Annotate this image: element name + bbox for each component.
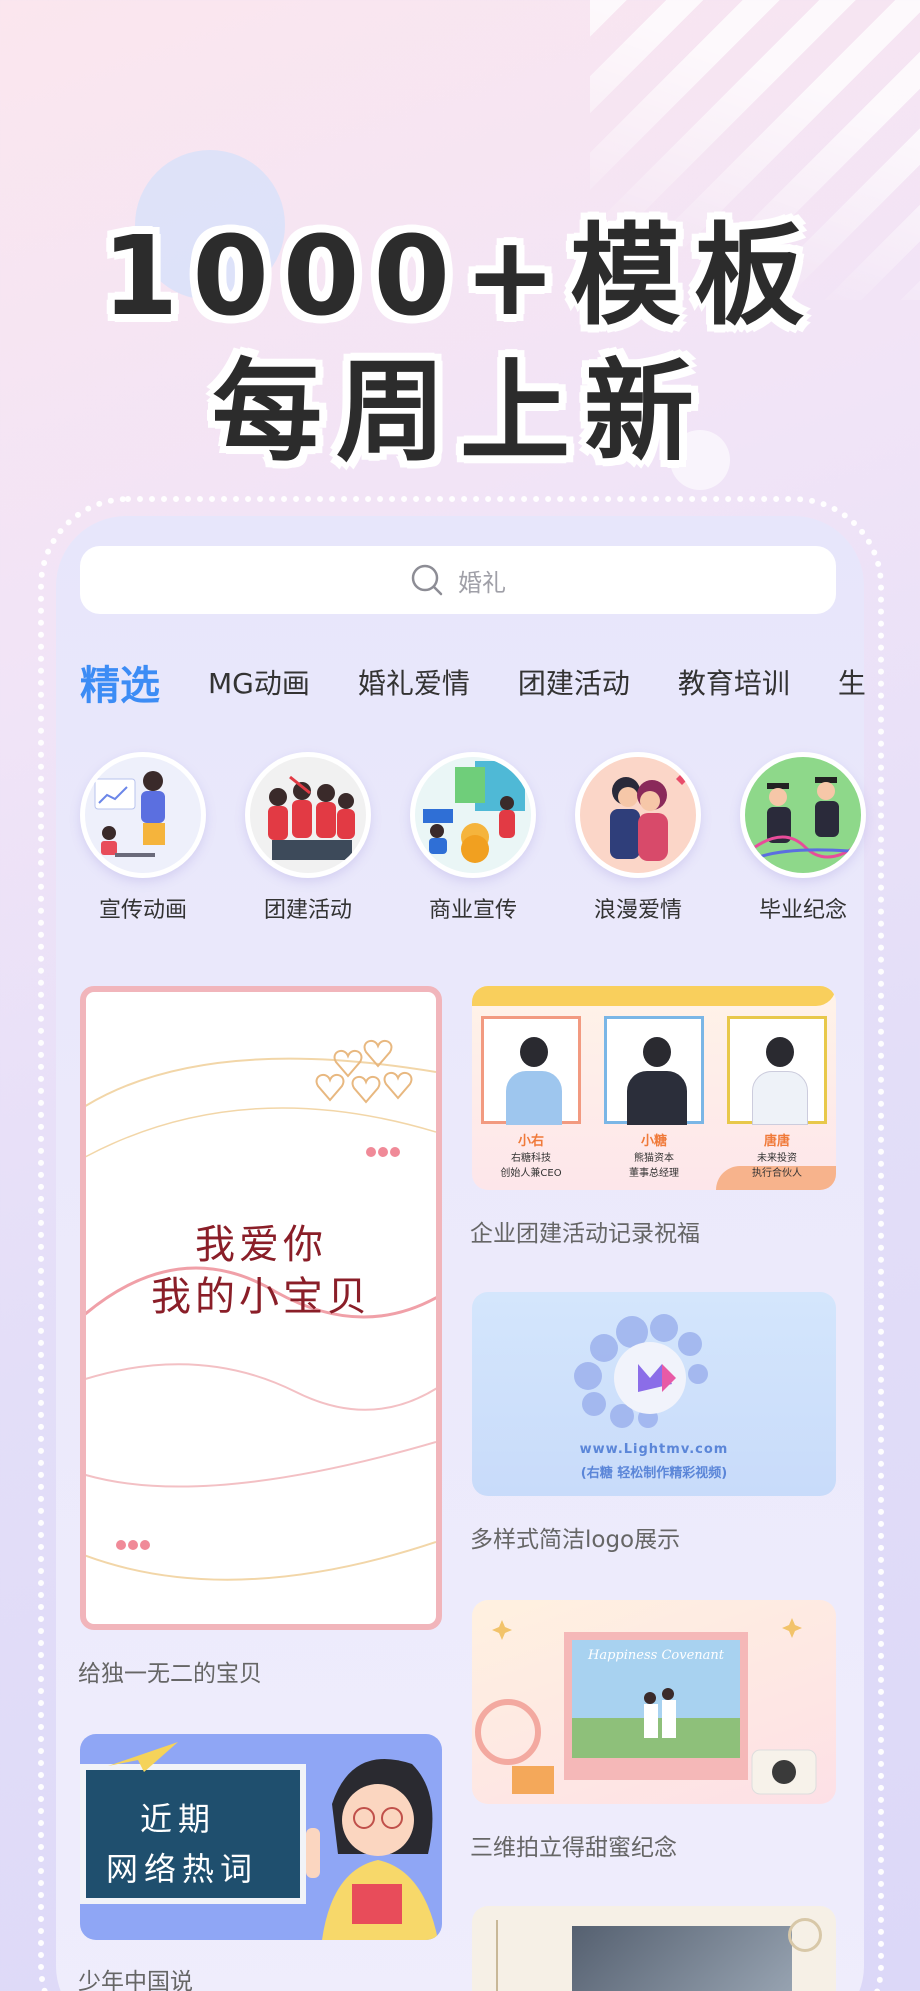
teacher-illustration — [306, 1759, 438, 1940]
tab-team-building[interactable]: 团建活动 — [518, 662, 630, 702]
category-business-promo[interactable]: 商业宣传 — [408, 752, 538, 924]
search-bar[interactable]: 婚礼 — [80, 546, 836, 614]
template-card-buzzwords[interactable]: 近期 网络热词 — [80, 1734, 442, 1940]
member-photo — [604, 1016, 704, 1125]
search-icon — [411, 564, 443, 596]
tab-more[interactable]: 生 — [838, 662, 866, 702]
tab-education[interactable]: 教育培训 — [678, 662, 790, 702]
tab-mg-animation[interactable]: MG动画 — [208, 662, 310, 702]
love-card-line-1: 我爱你 — [195, 1222, 327, 1268]
logo-card-url: www.Lightmv.com — [579, 1442, 729, 1457]
template-card-polaroid[interactable]: Happiness Covenant — [472, 1600, 836, 1804]
buzzwords-card-caption: 少年中国说 — [78, 1969, 193, 1991]
love-card-caption: 给独一无二的宝贝 — [78, 1661, 262, 1687]
tab-featured[interactable]: 精选 — [80, 653, 160, 711]
member-title: 董事总经理 — [629, 1168, 679, 1179]
member-name: 小糖 — [640, 1134, 667, 1149]
team-card-caption: 企业团建活动记录祝福 — [470, 1221, 700, 1247]
paper-plane-icon — [108, 1742, 178, 1772]
member-title: 未来投资 — [757, 1153, 797, 1164]
category-label: 毕业纪念 — [758, 898, 847, 923]
tab-wedding-love[interactable]: 婚礼爱情 — [358, 662, 470, 702]
template-card-logo[interactable]: www.Lightmv.com (右糖 轻松制作精彩视频) — [472, 1292, 836, 1496]
category-romantic-love[interactable]: 浪漫爱情 — [573, 752, 703, 924]
love-card-line-2: 我的小宝贝 — [151, 1274, 371, 1320]
category-label: 团建活动 — [263, 898, 352, 923]
logo-card-tagline: (右糖 轻松制作精彩视频) — [580, 1466, 728, 1481]
promo-animation-thumbnail — [80, 752, 206, 878]
member-photo — [727, 1016, 827, 1125]
template-card-partial[interactable] — [472, 1906, 836, 1991]
member-name: 唐唐 — [763, 1134, 790, 1149]
business-promo-thumbnail — [410, 752, 536, 878]
headline-line-2: 每周上新 — [212, 348, 708, 476]
polaroid-card-caption: 三维拍立得甜蜜纪念 — [470, 1835, 677, 1861]
category-graduation[interactable]: 毕业纪念 — [738, 752, 868, 924]
template-card-love[interactable]: 我爱你 我的小宝贝 — [80, 986, 442, 1630]
team-building-thumbnail — [245, 752, 371, 878]
search-placeholder: 婚礼 — [458, 568, 506, 597]
category-label: 商业宣传 — [428, 898, 517, 923]
team-member: 小糖 熊猫资本 董事总经理 — [601, 1016, 707, 1179]
team-member: 小右 右糖科技 创始人兼CEO — [478, 1016, 584, 1179]
polaroid-card-script: Happiness Covenant — [588, 1648, 724, 1663]
photo-thumbnail — [572, 1926, 792, 1991]
team-member: 唐唐 未来投资 执行合伙人 — [724, 1016, 830, 1179]
category-promo-animation[interactable]: 宣传动画 — [78, 752, 208, 924]
polaroid-card-artwork — [475, 1618, 817, 1795]
category-label: 宣传动画 — [98, 898, 187, 923]
category-label: 浪漫爱情 — [593, 898, 682, 923]
graduation-thumbnail — [740, 752, 866, 878]
category-shortcuts: 宣传动画 团建活动 商业宣传 浪漫爱情 毕业纪念 — [78, 752, 868, 924]
category-tabs: 精选 MG动画 婚礼爱情 团建活动 教育培训 生 — [80, 652, 870, 712]
decorative-wave — [472, 986, 836, 1006]
member-photo — [481, 1016, 581, 1125]
member-title: 右糖科技 — [511, 1153, 551, 1164]
seal-icon — [788, 1918, 822, 1952]
member-title: 创始人兼CEO — [500, 1168, 562, 1179]
logo-card-caption: 多样式简洁logo展示 — [470, 1527, 681, 1553]
template-card-team[interactable]: 小右 右糖科技 创始人兼CEO 小糖 熊猫资本 董事总经理 唐唐 未来投资 执行… — [472, 986, 836, 1190]
member-name: 小右 — [517, 1134, 544, 1149]
member-title: 执行合伙人 — [752, 1168, 802, 1179]
headline-line-1: 1000+模板 — [101, 212, 819, 340]
decorative-text-column — [496, 1920, 556, 1991]
category-team-building[interactable]: 团建活动 — [243, 752, 373, 924]
board-line-1: 近期 — [140, 1800, 217, 1838]
board-line-2: 网络热词 — [106, 1850, 259, 1888]
romantic-love-thumbnail — [575, 752, 701, 878]
member-title: 熊猫资本 — [634, 1153, 674, 1164]
